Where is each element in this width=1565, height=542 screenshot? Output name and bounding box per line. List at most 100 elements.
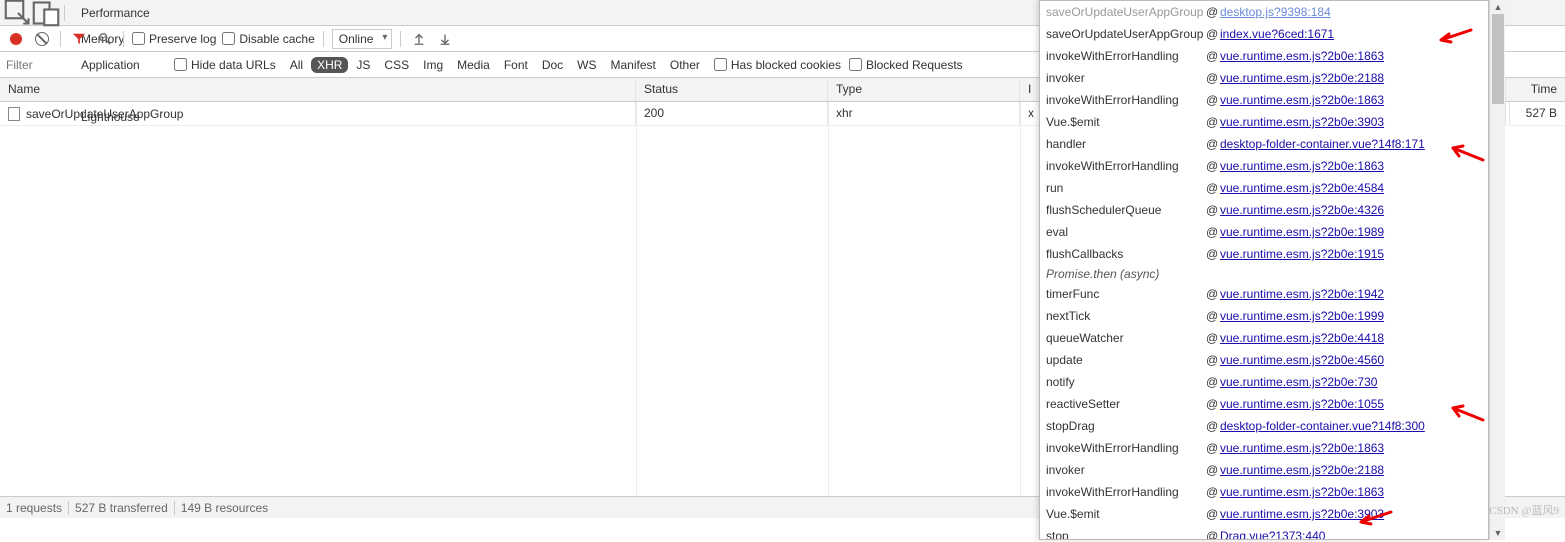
stack-fn: handler xyxy=(1046,135,1206,153)
stack-link[interactable]: vue.runtime.esm.js?2b0e:1942 xyxy=(1220,285,1384,303)
stack-link[interactable]: vue.runtime.esm.js?2b0e:1863 xyxy=(1220,157,1384,175)
stack-link[interactable]: vue.runtime.esm.js?2b0e:730 xyxy=(1220,373,1377,391)
hide-data-urls-checkbox[interactable]: Hide data URLs xyxy=(174,58,276,72)
popup-scrollbar[interactable]: ▲ ▼ xyxy=(1489,0,1505,540)
blocked-requests-checkbox[interactable]: Blocked Requests xyxy=(849,58,963,72)
stack-link[interactable]: Drag.vue?1373:440 xyxy=(1220,527,1325,540)
has-blocked-cookies-label: Has blocked cookies xyxy=(731,58,841,72)
stack-frame: stopDrag@desktop-folder-container.vue?14… xyxy=(1040,415,1488,437)
stack-link[interactable]: vue.runtime.esm.js?2b0e:2188 xyxy=(1220,461,1384,479)
stack-fn: queueWatcher xyxy=(1046,329,1206,347)
stack-fn: stopDrag xyxy=(1046,417,1206,435)
time-column: Time 527 B xyxy=(1505,78,1565,126)
annotation-arrow-icon xyxy=(1433,26,1473,49)
filter-toggle-icon[interactable] xyxy=(69,29,89,49)
preserve-log-label: Preserve log xyxy=(149,32,216,46)
filter-type-media[interactable]: Media xyxy=(451,57,496,73)
annotation-arrow-icon xyxy=(1445,144,1485,167)
filter-type-xhr[interactable]: XHR xyxy=(311,57,348,73)
tab-performance[interactable]: Performance xyxy=(69,0,162,26)
status-transferred: 527 B transferred xyxy=(75,501,168,515)
col-name[interactable]: Name xyxy=(0,78,636,101)
stack-link[interactable]: vue.runtime.esm.js?2b0e:3903 xyxy=(1220,113,1384,131)
export-har-icon[interactable] xyxy=(435,29,455,49)
stack-link[interactable]: desktop-folder-container.vue?14f8:300 xyxy=(1220,417,1425,435)
filter-type-manifest[interactable]: Manifest xyxy=(605,57,662,73)
stack-link[interactable]: vue.runtime.esm.js?2b0e:4584 xyxy=(1220,179,1384,197)
stack-link[interactable]: vue.runtime.esm.js?2b0e:1989 xyxy=(1220,223,1384,241)
device-toggle-icon[interactable] xyxy=(32,0,60,26)
stack-link[interactable]: vue.runtime.esm.js?2b0e:1863 xyxy=(1220,483,1384,501)
stack-frame: saveOrUpdateUserAppGroup@desktop.js?9398… xyxy=(1040,1,1488,23)
stack-link[interactable]: vue.runtime.esm.js?2b0e:4418 xyxy=(1220,329,1384,347)
stack-frame: notify@vue.runtime.esm.js?2b0e:730 xyxy=(1040,371,1488,393)
stack-frame: Vue.$emit@vue.runtime.esm.js?2b0e:3903 xyxy=(1040,503,1488,525)
filter-type-img[interactable]: Img xyxy=(417,57,449,73)
stack-fn: invokeWithErrorHandling xyxy=(1046,157,1206,175)
status-resources: 149 B resources xyxy=(181,501,268,515)
record-button[interactable] xyxy=(6,29,26,49)
filter-type-ws[interactable]: WS xyxy=(571,57,602,73)
stack-fn: Vue.$emit xyxy=(1046,505,1206,523)
stack-link[interactable]: index.vue?6ced:1671 xyxy=(1220,25,1334,43)
preserve-log-checkbox[interactable]: Preserve log xyxy=(132,32,216,46)
filter-type-all[interactable]: All xyxy=(284,57,309,73)
stack-frame: invokeWithErrorHandling@vue.runtime.esm.… xyxy=(1040,45,1488,67)
stack-frame: stop@Drag.vue?1373:440 xyxy=(1040,525,1488,540)
stack-fn: invokeWithErrorHandling xyxy=(1046,47,1206,65)
stack-fn: Vue.$emit xyxy=(1046,113,1206,131)
stack-frame: timerFunc@vue.runtime.esm.js?2b0e:1942 xyxy=(1040,283,1488,305)
stack-link[interactable]: vue.runtime.esm.js?2b0e:1915 xyxy=(1220,245,1384,263)
disable-cache-label: Disable cache xyxy=(239,32,314,46)
col-time[interactable]: Time xyxy=(1505,78,1565,102)
size-cell: 527 B xyxy=(1505,102,1565,126)
stack-link[interactable]: vue.runtime.esm.js?2b0e:2188 xyxy=(1220,69,1384,87)
blocked-requests-label: Blocked Requests xyxy=(866,58,963,72)
stack-frame: invokeWithErrorHandling@vue.runtime.esm.… xyxy=(1040,437,1488,459)
stack-fn: notify xyxy=(1046,373,1206,391)
stack-link[interactable]: vue.runtime.esm.js?2b0e:4560 xyxy=(1220,351,1384,369)
stack-link[interactable]: vue.runtime.esm.js?2b0e:1863 xyxy=(1220,91,1384,109)
search-icon[interactable] xyxy=(95,29,115,49)
stack-link[interactable]: desktop.js?9398:184 xyxy=(1220,3,1331,21)
inspect-icon[interactable] xyxy=(4,0,32,26)
stack-frame: saveOrUpdateUserAppGroup@index.vue?6ced:… xyxy=(1040,23,1488,45)
stack-link[interactable]: vue.runtime.esm.js?2b0e:1999 xyxy=(1220,307,1384,325)
throttling-select[interactable]: Online xyxy=(332,29,393,49)
import-har-icon[interactable] xyxy=(409,29,429,49)
initiator-stack-popup[interactable]: saveOrUpdateUserAppGroup@desktop.js?9398… xyxy=(1039,0,1489,540)
scroll-up-icon[interactable]: ▲ xyxy=(1490,0,1506,14)
stack-frame: invokeWithErrorHandling@vue.runtime.esm.… xyxy=(1040,481,1488,503)
stack-frame: invoker@vue.runtime.esm.js?2b0e:2188 xyxy=(1040,67,1488,89)
stack-frame: invokeWithErrorHandling@vue.runtime.esm.… xyxy=(1040,155,1488,177)
filter-input[interactable] xyxy=(6,55,166,75)
stack-link[interactable]: desktop-folder-container.vue?14f8:171 xyxy=(1220,135,1425,153)
filter-type-doc[interactable]: Doc xyxy=(536,57,569,73)
filter-type-font[interactable]: Font xyxy=(498,57,534,73)
separator xyxy=(400,31,401,47)
stack-link[interactable]: vue.runtime.esm.js?2b0e:1055 xyxy=(1220,395,1384,413)
annotation-arrow-icon xyxy=(1445,404,1485,427)
stack-fn: invokeWithErrorHandling xyxy=(1046,483,1206,501)
separator xyxy=(60,31,61,47)
col-type[interactable]: Type xyxy=(828,78,1020,101)
stack-frame: nextTick@vue.runtime.esm.js?2b0e:1999 xyxy=(1040,305,1488,327)
stack-fn: saveOrUpdateUserAppGroup xyxy=(1046,3,1206,21)
clear-button[interactable] xyxy=(32,29,52,49)
stack-link[interactable]: vue.runtime.esm.js?2b0e:1863 xyxy=(1220,47,1384,65)
stack-link[interactable]: vue.runtime.esm.js?2b0e:4326 xyxy=(1220,201,1384,219)
stack-frame: Vue.$emit@vue.runtime.esm.js?2b0e:3903 xyxy=(1040,111,1488,133)
stack-frame: invokeWithErrorHandling@vue.runtime.esm.… xyxy=(1040,89,1488,111)
has-blocked-cookies-checkbox[interactable]: Has blocked cookies xyxy=(714,58,841,72)
separator xyxy=(123,31,124,47)
scroll-down-icon[interactable]: ▼ xyxy=(1490,526,1506,540)
stack-link[interactable]: vue.runtime.esm.js?2b0e:1863 xyxy=(1220,439,1384,457)
stack-fn: run xyxy=(1046,179,1206,197)
filter-type-other[interactable]: Other xyxy=(664,57,706,73)
separator xyxy=(64,5,65,21)
disable-cache-checkbox[interactable]: Disable cache xyxy=(222,32,314,46)
col-status[interactable]: Status xyxy=(636,78,828,101)
filter-type-css[interactable]: CSS xyxy=(378,57,415,73)
scroll-thumb[interactable] xyxy=(1492,14,1504,104)
filter-type-js[interactable]: JS xyxy=(350,57,376,73)
